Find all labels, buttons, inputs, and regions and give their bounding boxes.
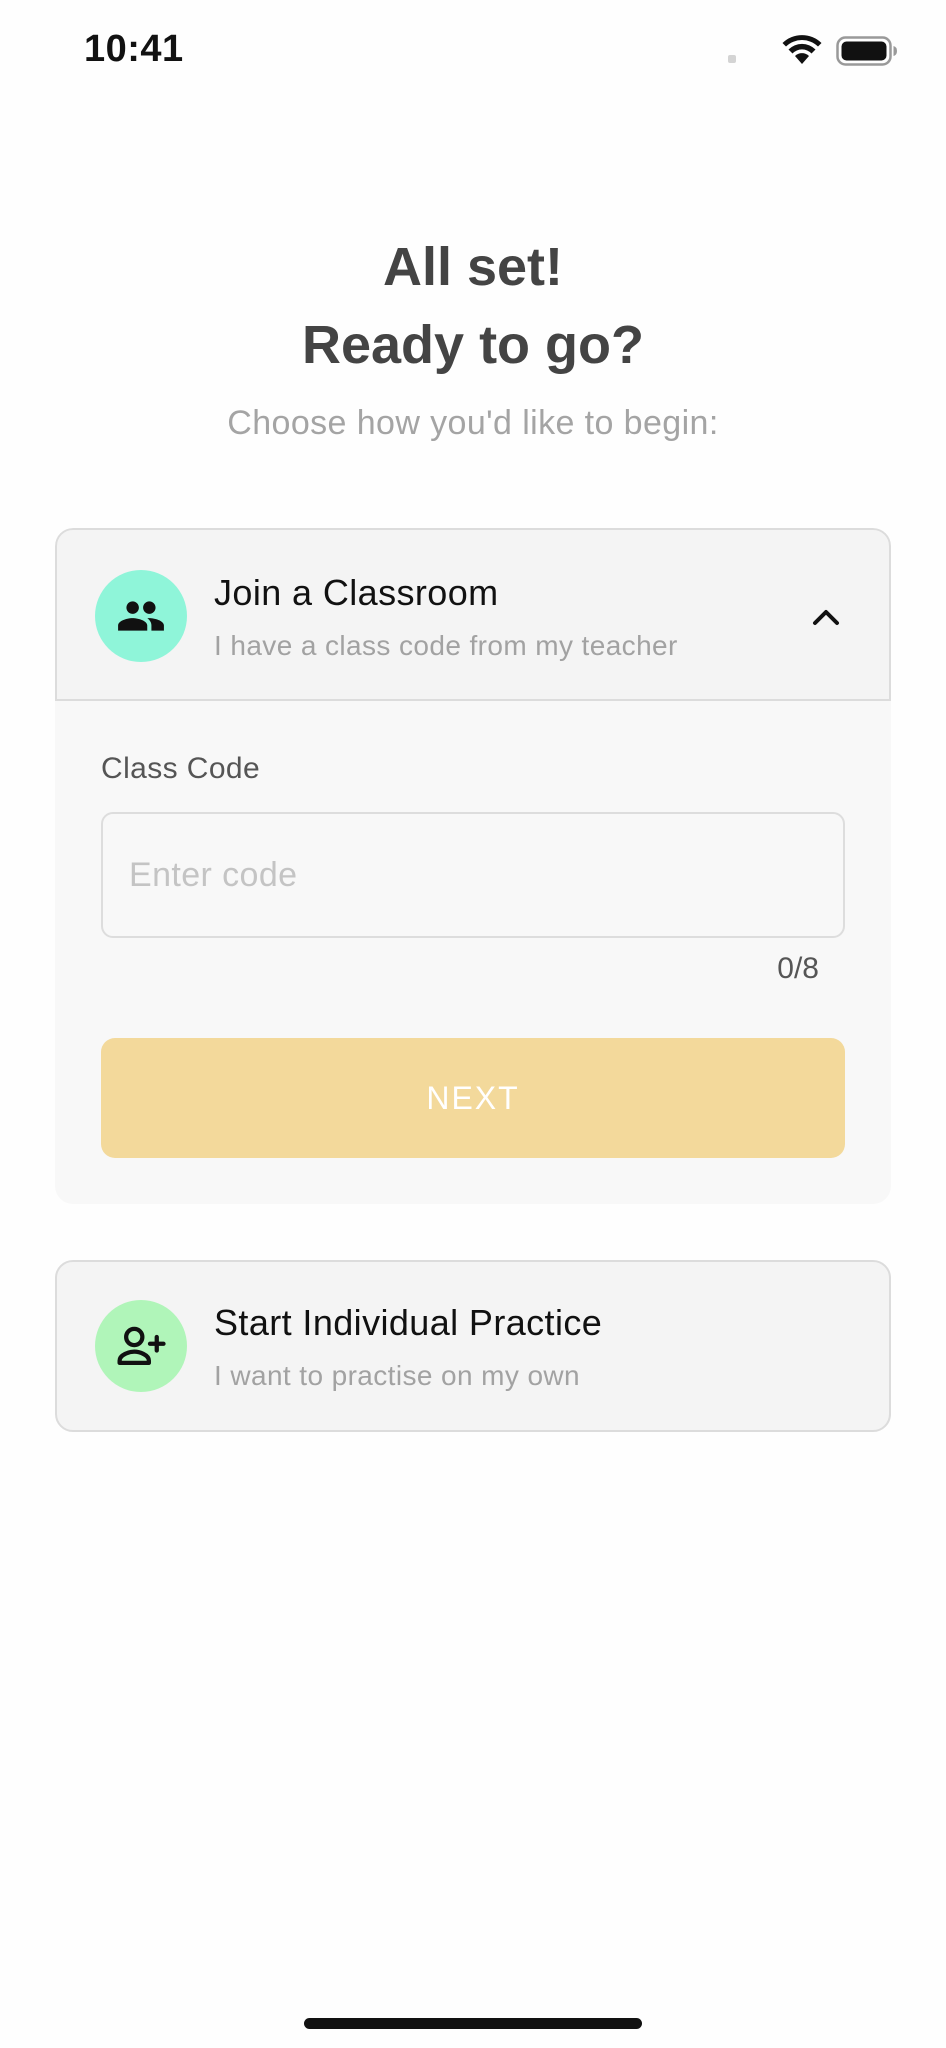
page-title: All set! Ready to go? [0,228,946,384]
home-indicator [304,2018,642,2029]
title-line-1: All set! [382,237,564,297]
next-button[interactable]: NEXT [101,1038,845,1158]
classroom-avatar [95,570,187,662]
person-add-icon [117,1326,166,1366]
individual-avatar [95,1300,187,1392]
class-code-input[interactable] [101,812,845,938]
screen: 10:41 All set! Ready to go? Choose how y… [0,0,946,2048]
join-classroom-subtitle: I have a class code from my teacher [214,630,678,661]
battery-icon [836,36,897,66]
individual-practice-title: Start Individual Practice [214,1302,603,1343]
individual-practice-subtitle: I want to practise on my own [214,1360,581,1391]
title-line-2: Ready to go? [301,315,644,375]
chevron-up-icon[interactable] [809,600,843,634]
signal-dot-icon [728,55,736,63]
wifi-icon [782,35,822,64]
join-classroom-card: Join a Classroom I have a class code fro… [55,528,891,1204]
status-time: 10:41 [84,28,184,70]
join-classroom-title: Join a Classroom [214,572,499,613]
char-counter: 0/8 [777,952,819,985]
group-icon [118,601,164,631]
page-subtitle: Choose how you'd like to begin: [227,404,719,442]
join-classroom-header[interactable]: Join a Classroom I have a class code fro… [55,528,891,701]
status-bar: 10:41 [0,0,946,104]
individual-practice-card[interactable]: Start Individual Practice I want to prac… [55,1260,891,1432]
class-code-label: Class Code [101,752,261,785]
